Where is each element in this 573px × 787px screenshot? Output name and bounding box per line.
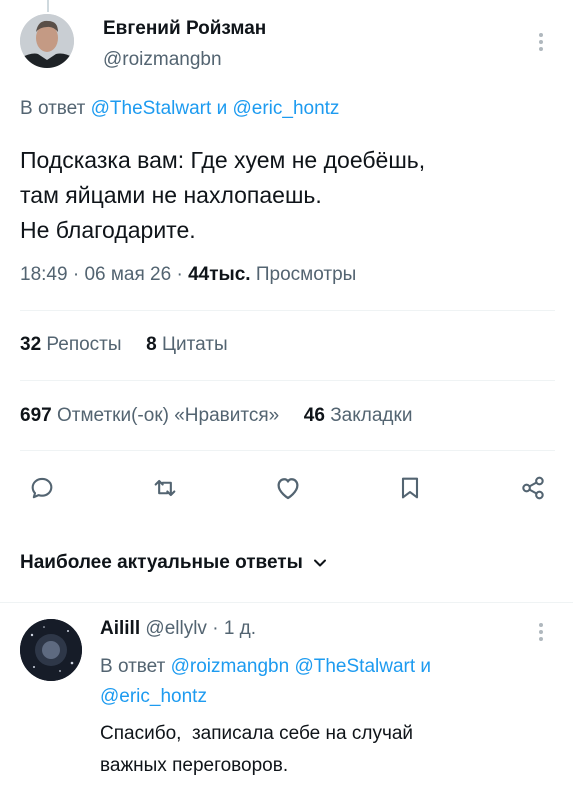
reply-author-avatar[interactable] bbox=[20, 619, 82, 681]
reply-button[interactable] bbox=[20, 468, 64, 508]
likes-label[interactable]: Отметки(-ок) «Нравится» bbox=[57, 405, 279, 426]
reply-reply-to-line: В ответ @roizmangbn @TheStalwart и @eric… bbox=[100, 652, 540, 712]
author-name[interactable]: Евгений Ройзман bbox=[103, 18, 266, 40]
tweet-text-line: Не благодарите. bbox=[20, 217, 196, 243]
action-bar bbox=[20, 468, 555, 508]
reply-to-line: В ответ @TheStalwart и @eric_hontz bbox=[20, 98, 339, 120]
reply-more-options-button[interactable] bbox=[529, 620, 553, 644]
views-label: Просмотры bbox=[255, 264, 357, 285]
more-options-button[interactable] bbox=[529, 30, 553, 54]
tweet-date[interactable]: 06 мая 26 bbox=[84, 264, 171, 285]
share-icon bbox=[522, 476, 544, 500]
stats-row-reposts: 32 Репосты 8 Цитаты bbox=[20, 334, 228, 356]
chevron-down-icon bbox=[313, 559, 326, 567]
stats-row-likes: 697 Отметки(-ок) «Нравится» 46 Закладки bbox=[20, 405, 412, 427]
quotes-label[interactable]: Цитаты bbox=[162, 334, 228, 355]
tweet-text-line: Подсказка вам: Где хуем не доебёшь, bbox=[20, 147, 426, 173]
retweet-icon bbox=[154, 479, 176, 497]
bookmark-icon bbox=[402, 477, 419, 499]
more-vertical-icon bbox=[539, 33, 543, 51]
replies-sort-dropdown[interactable]: Наиболее актуальные ответы bbox=[20, 552, 327, 574]
mention-link[interactable]: @TheStalwart bbox=[294, 656, 415, 677]
reposts-label[interactable]: Репосты bbox=[46, 334, 121, 355]
mention-link[interactable]: @eric_hontz bbox=[100, 686, 207, 707]
reply-to-conjunction: и bbox=[216, 98, 228, 119]
divider bbox=[0, 602, 573, 603]
tweet-text-line: там яйцами не нахлопаешь. bbox=[20, 182, 322, 208]
replies-sort-label: Наиболее актуальные ответы bbox=[20, 552, 303, 573]
views-count: 44тыс. bbox=[188, 264, 251, 285]
bookmarks-label[interactable]: Закладки bbox=[330, 405, 412, 426]
retweet-button[interactable] bbox=[143, 468, 187, 508]
like-button[interactable] bbox=[266, 468, 310, 508]
author-avatar[interactable] bbox=[20, 14, 74, 68]
quotes-count[interactable]: 8 bbox=[146, 334, 157, 355]
mention-link[interactable]: @roizmangbn bbox=[171, 656, 290, 677]
likes-count[interactable]: 697 bbox=[20, 405, 52, 426]
reply-header: Ailill @ellylv · 1 д. bbox=[100, 618, 256, 640]
reply-author-name[interactable]: Ailill bbox=[100, 618, 140, 639]
like-icon bbox=[277, 478, 298, 500]
bookmarks-count[interactable]: 46 bbox=[304, 405, 325, 426]
more-vertical-icon bbox=[539, 623, 543, 641]
reposts-count[interactable]: 32 bbox=[20, 334, 41, 355]
reply-separator: · bbox=[212, 618, 219, 639]
divider bbox=[20, 310, 555, 311]
mention-link[interactable]: @TheStalwart bbox=[91, 98, 212, 119]
reply-age[interactable]: 1 д. bbox=[224, 618, 256, 639]
tweet-text: Подсказка вам: Где хуем не доебёшь, там … bbox=[20, 143, 560, 248]
reply-to-prefix: В ответ bbox=[20, 98, 86, 119]
share-button[interactable] bbox=[511, 468, 555, 508]
reply-icon bbox=[31, 477, 53, 499]
mention-link[interactable]: @eric_hontz bbox=[232, 98, 339, 119]
divider bbox=[20, 450, 555, 451]
reply-to-prefix: В ответ bbox=[100, 656, 166, 677]
divider bbox=[20, 380, 555, 381]
author-handle[interactable]: @roizmangbn bbox=[103, 49, 222, 71]
reply-text: Спасибо, записала себе на случай важных … bbox=[100, 718, 540, 782]
thread-connector-line bbox=[47, 0, 49, 12]
tweet-time[interactable]: 18:49 bbox=[20, 264, 68, 285]
bookmark-button[interactable] bbox=[388, 468, 432, 508]
reply-text-line: важных переговоров. bbox=[100, 755, 289, 776]
reply-to-conjunction: и bbox=[420, 656, 432, 677]
reply-text-line: Спасибо, записала себе на случай bbox=[100, 723, 414, 744]
reply-author-handle[interactable]: @ellylv bbox=[145, 618, 207, 639]
tweet-meta: 18:49 · 06 мая 26 · 44тыс. Просмотры bbox=[20, 264, 357, 285]
